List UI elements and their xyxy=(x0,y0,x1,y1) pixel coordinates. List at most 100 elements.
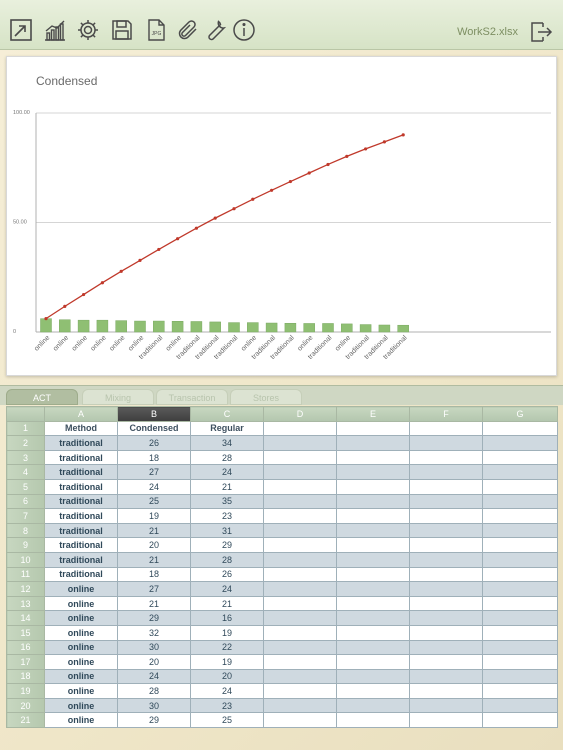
cell[interactable]: 20 xyxy=(117,654,191,670)
cell[interactable] xyxy=(263,668,337,685)
cell[interactable] xyxy=(336,610,410,626)
cell[interactable]: Regular xyxy=(190,420,264,437)
cell[interactable] xyxy=(263,683,337,699)
cell[interactable] xyxy=(263,654,337,670)
cell[interactable] xyxy=(263,537,337,553)
expand-icon[interactable] xyxy=(9,18,33,42)
cell[interactable] xyxy=(336,683,410,699)
cell[interactable]: 18 xyxy=(117,566,191,583)
cell[interactable]: 24 xyxy=(190,581,264,597)
tab-stores[interactable]: Stores xyxy=(230,389,302,405)
cell[interactable] xyxy=(263,581,337,597)
cell[interactable]: 18 xyxy=(117,449,191,466)
row-header[interactable]: 7 xyxy=(6,508,45,524)
cell[interactable]: 24 xyxy=(190,464,264,480)
cell[interactable] xyxy=(336,697,410,714)
cell[interactable] xyxy=(482,624,558,641)
cell[interactable]: 16 xyxy=(190,610,264,626)
cell[interactable]: 28 xyxy=(117,683,191,699)
cell[interactable] xyxy=(409,435,483,451)
row-header[interactable]: 17 xyxy=(6,654,45,670)
tab-mixing[interactable]: Mixing xyxy=(82,389,154,405)
cell[interactable] xyxy=(482,610,558,626)
cell[interactable] xyxy=(263,464,337,480)
wrench-icon[interactable] xyxy=(204,18,228,42)
cell[interactable] xyxy=(482,449,558,466)
cell[interactable]: online xyxy=(44,654,118,670)
cell[interactable]: online xyxy=(44,712,118,729)
cell[interactable] xyxy=(482,581,558,597)
row-header[interactable]: 3 xyxy=(6,449,45,466)
cell[interactable] xyxy=(409,624,483,641)
cell[interactable] xyxy=(482,697,558,714)
cell[interactable]: 23 xyxy=(190,508,264,524)
cell[interactable] xyxy=(263,478,337,495)
cell[interactable]: 20 xyxy=(190,668,264,685)
cell[interactable]: 28 xyxy=(190,449,264,466)
cell[interactable]: traditional xyxy=(44,522,118,539)
cell[interactable] xyxy=(336,668,410,685)
cell[interactable]: online xyxy=(44,683,118,699)
cell[interactable] xyxy=(409,581,483,597)
info-icon[interactable] xyxy=(232,18,256,42)
cell[interactable]: online xyxy=(44,668,118,685)
cell[interactable]: 35 xyxy=(190,493,264,510)
cell[interactable]: traditional xyxy=(44,508,118,524)
cell[interactable] xyxy=(409,493,483,510)
row-header[interactable]: 9 xyxy=(6,537,45,553)
row-header[interactable]: 12 xyxy=(6,581,45,597)
cell[interactable] xyxy=(409,668,483,685)
tab-act[interactable]: ACT xyxy=(6,389,78,405)
cell[interactable]: 26 xyxy=(190,566,264,583)
cell[interactable] xyxy=(409,610,483,626)
cell[interactable] xyxy=(409,654,483,670)
row-header[interactable]: 10 xyxy=(6,551,45,568)
cell[interactable] xyxy=(409,712,483,729)
cell[interactable]: 25 xyxy=(117,493,191,510)
row-header[interactable]: 15 xyxy=(6,624,45,641)
cell[interactable]: online xyxy=(44,639,118,656)
cell[interactable]: 28 xyxy=(190,551,264,568)
cell[interactable] xyxy=(482,508,558,524)
cell[interactable]: traditional xyxy=(44,464,118,480)
column-header-f[interactable]: F xyxy=(409,406,483,422)
cell[interactable]: 19 xyxy=(190,654,264,670)
cell[interactable]: 27 xyxy=(117,581,191,597)
cell[interactable] xyxy=(409,551,483,568)
cell[interactable]: online xyxy=(44,610,118,626)
cell[interactable]: 31 xyxy=(190,522,264,539)
cell[interactable] xyxy=(482,551,558,568)
cell[interactable]: 21 xyxy=(117,595,191,612)
cell[interactable]: 21 xyxy=(190,595,264,612)
cell[interactable] xyxy=(263,610,337,626)
cell[interactable] xyxy=(263,697,337,714)
cell[interactable] xyxy=(336,712,410,729)
cell[interactable]: online xyxy=(44,624,118,641)
cell[interactable]: 30 xyxy=(117,697,191,714)
cell[interactable] xyxy=(336,537,410,553)
cell[interactable] xyxy=(482,668,558,685)
cell[interactable] xyxy=(482,566,558,583)
cell[interactable]: 24 xyxy=(190,683,264,699)
row-header[interactable]: 20 xyxy=(6,697,45,714)
cell[interactable] xyxy=(263,551,337,568)
chart-icon[interactable] xyxy=(43,18,67,42)
cell[interactable] xyxy=(409,639,483,656)
cell[interactable]: 24 xyxy=(117,478,191,495)
cell[interactable]: 22 xyxy=(190,639,264,656)
cell[interactable] xyxy=(336,478,410,495)
cell[interactable] xyxy=(482,639,558,656)
cell[interactable]: 25 xyxy=(190,712,264,729)
row-header[interactable]: 8 xyxy=(6,522,45,539)
row-header[interactable]: 13 xyxy=(6,595,45,612)
cell[interactable]: 29 xyxy=(117,610,191,626)
paperclip-icon[interactable] xyxy=(176,18,200,42)
cell[interactable]: 27 xyxy=(117,464,191,480)
gear-icon[interactable] xyxy=(76,18,100,42)
cell[interactable] xyxy=(409,449,483,466)
cell[interactable] xyxy=(482,522,558,539)
row-header[interactable]: 4 xyxy=(6,464,45,480)
cell[interactable] xyxy=(336,522,410,539)
cell[interactable] xyxy=(336,449,410,466)
cell[interactable] xyxy=(336,581,410,597)
